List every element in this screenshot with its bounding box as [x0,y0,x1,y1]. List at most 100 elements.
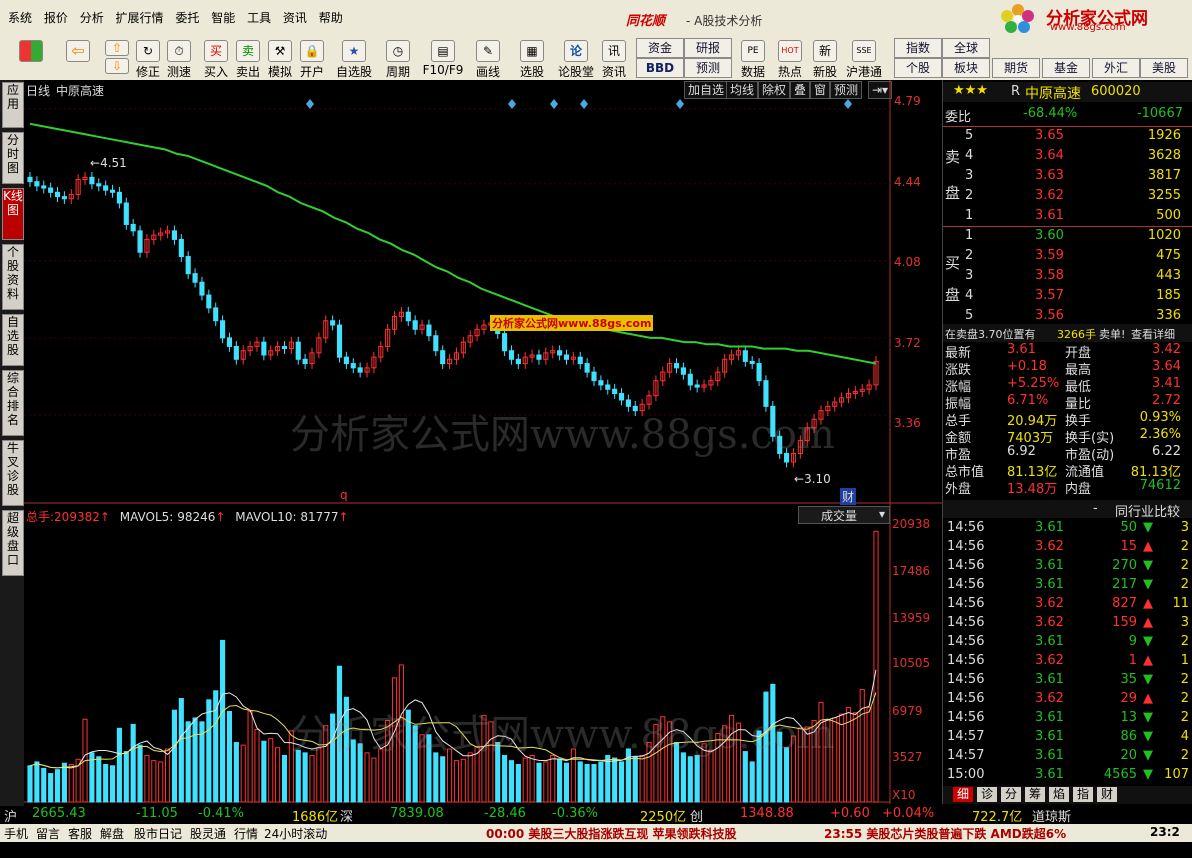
funds-button[interactable]: 资金 [636,38,684,58]
correct-button[interactable]: ↻ 修正 [134,38,162,79]
status-message[interactable]: 留言 [36,825,60,842]
tab-apps[interactable]: 应用 [2,82,24,128]
industry-compare-link[interactable]: 同行业比较 [1115,501,1180,520]
buy-button[interactable]: 买 买入 [202,38,230,79]
menu-item-help[interactable]: 帮助 [319,0,343,36]
buy-level-row[interactable]: 3 3.58 443 [943,268,1192,286]
info-detail-link[interactable]: 查看详细 [1131,326,1175,342]
status-lingtong[interactable]: 股灵通 [190,825,226,842]
menu-item-trade[interactable]: 委托 [175,0,199,36]
back-button[interactable]: ⇦ [62,38,94,78]
simulate-button[interactable]: ⚒ 模拟 [266,38,294,79]
sell-level-row[interactable]: 5 3.65 1926 [943,128,1192,146]
f10-button[interactable]: ▤ F10/F9 [420,38,466,78]
fund-button[interactable]: 基金 [1042,58,1090,78]
tab-level2[interactable]: 超级盘口 [2,510,24,576]
tab-profile[interactable]: 个股资料 [2,244,24,310]
up-down-button[interactable]: ⇧ ⇩ [104,38,130,78]
volume-bar [61,762,67,803]
menu-item-tools[interactable]: 工具 [247,0,271,36]
hk-connect-button[interactable]: SSE 沪港通 [844,38,884,79]
candle-body [694,384,700,388]
menu-item-quote[interactable]: 报价 [44,0,68,36]
bottom-tab[interactable]: 细 [953,787,973,802]
tick-row: 14:56 3.62 15 ▲ 2 [943,539,1192,557]
tab-kline[interactable]: K线图 [2,188,24,240]
bbd-button[interactable]: BBD [636,58,684,78]
status-24h[interactable]: 24小时滚动 [264,825,327,842]
bottom-tab[interactable]: 财 [1097,787,1117,802]
tab-intraday[interactable]: 分时图 [2,132,24,184]
finance-marker[interactable]: 财 [840,488,857,505]
stock-button[interactable]: 个股 [894,58,942,78]
sector-button[interactable]: 板块 [942,58,990,78]
menu-item-extended[interactable]: 扩展行情 [116,0,164,36]
indicator-select[interactable]: 成交量 ▾ [798,506,890,524]
buy-level-row[interactable]: 2 3.59 475 [943,248,1192,266]
stock-picker-button[interactable]: ▦ 选股 [514,38,550,79]
futures-button[interactable]: 期货 [992,58,1040,78]
layout-button[interactable] [14,38,48,78]
speedtest-button[interactable]: ⏱ 测速 [164,38,194,79]
news-ticker-1[interactable]: 00:00 美股三大股指涨跌互现 苹果领跌科技股 [486,825,737,842]
menu-item-smart[interactable]: 智能 [211,0,235,36]
sell-level-row[interactable]: 4 3.64 3628 [943,148,1192,166]
menu-item-analysis[interactable]: 分析 [80,0,104,36]
buy-level-row[interactable]: 4 3.57 185 [943,288,1192,306]
status-commentary[interactable]: 解盘 [100,825,124,842]
bottom-tab[interactable]: 分 [1001,787,1021,802]
menu-item-news[interactable]: 资讯 [283,0,307,36]
level-volume: 500 [1156,208,1181,223]
clock-icon: ⏱ [167,40,191,62]
draw-line-button[interactable]: ✎ 画线 [470,38,506,79]
tab-watchlist[interactable]: 自选股 [2,314,24,366]
open-account-button[interactable]: 🔒 开户 [298,38,326,79]
forum-button[interactable]: 论 论股堂 [556,38,596,79]
level-volume: 1926 [1147,128,1181,143]
volume-bar [591,764,597,803]
sell-level-row[interactable]: 1 3.61 500 [943,208,1192,226]
level-volume: 3817 [1147,168,1181,183]
kline-chart-panel[interactable]: 日线 中原高速 加自选 均线 除权 叠 窗 预测 ⇥▾ 4.79 4.44 4.… [24,80,942,804]
sell-button[interactable]: 卖 卖出 [234,38,262,79]
arrow-down-icon: ▼ [1143,710,1153,725]
sz-index: 7839.08 [390,806,444,821]
candle-body [220,320,226,339]
tab-diagnose[interactable]: 牛叉诊股 [2,440,24,506]
high-value: 4.51 [100,156,127,170]
news-button[interactable]: 讯 资讯 [598,38,630,79]
sell-level-row[interactable]: 2 3.62 3255 [943,188,1192,206]
period-button[interactable]: ◷ 周期 [380,38,416,79]
news-ticker-2[interactable]: 23:55 美股芯片类股普遍下跌 AMD跌超6% [824,825,1066,842]
arrow-down-icon: ▼ [1143,767,1153,782]
new-stock-button[interactable]: 新 新股 [810,38,840,79]
research-button[interactable]: 研报 [684,38,732,58]
correct-label: 修正 [135,65,160,79]
volume-bar [206,699,212,803]
us-stock-button[interactable]: 美股 [1140,58,1188,78]
global-button[interactable]: 全球 [942,38,990,58]
status-service[interactable]: 客服 [68,825,92,842]
hot-button[interactable]: HOT 热点 [774,38,806,79]
bottom-tab[interactable]: 诊 [977,787,997,802]
tick-volume: 1 [1128,653,1137,668]
bottom-tab[interactable]: 指 [1073,787,1093,802]
index-button[interactable]: 指数 [894,38,942,58]
bottom-tab[interactable]: 筹 [1025,787,1045,802]
total-value: 209382 [54,510,100,524]
data-button[interactable]: PE 数据 [738,38,768,79]
status-diary[interactable]: 股市日记 [134,825,182,842]
menu-item-system[interactable]: 系统 [8,0,32,36]
status-mobile[interactable]: 手机 [4,825,28,842]
forecast-button[interactable]: 预测 [684,58,732,78]
candle-body [261,341,267,356]
forex-button[interactable]: 外汇 [1092,58,1140,78]
sell-level-row[interactable]: 3 3.63 3817 [943,168,1192,186]
tab-ranking[interactable]: 综合排名 [2,370,24,436]
bottom-tab[interactable]: 焰 [1049,787,1069,802]
big-order-info[interactable]: 在卖盘3.70位置有 3266手 卖单! 查看详细 [943,324,1192,342]
buy-level-row[interactable]: 1 3.60 1020 [943,228,1192,246]
candle-body [612,388,618,395]
status-quote[interactable]: 行情 [234,825,258,842]
watchlist-button[interactable]: ★ 自选股 [334,38,374,79]
